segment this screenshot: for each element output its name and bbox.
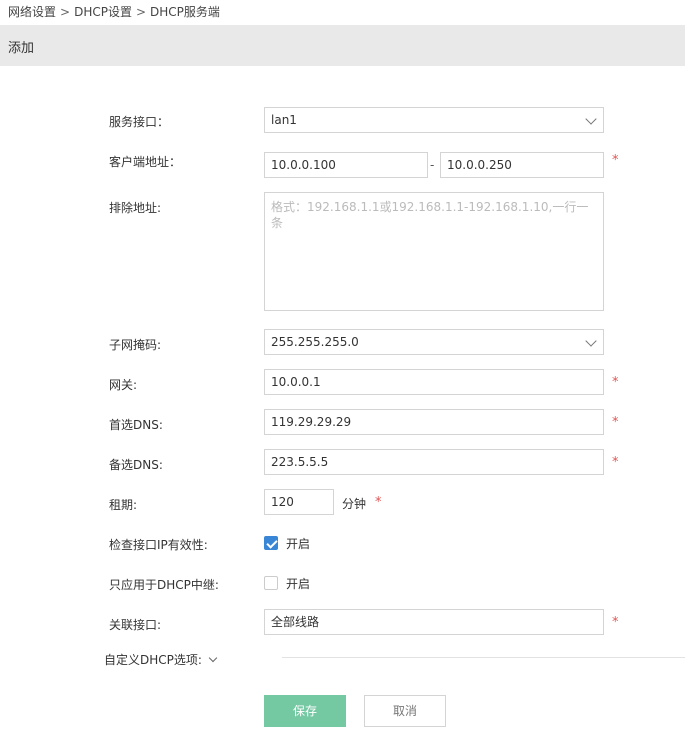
associated-interface-input[interactable]: 全部线路 (264, 609, 604, 635)
exclude-address-textarea[interactable]: 格式：192.168.1.1或192.168.1.1-192.168.1.10,… (264, 192, 604, 311)
breadcrumb-network-settings[interactable]: 网络设置 (8, 5, 56, 19)
lease-label: 租期: (109, 498, 138, 512)
subnet-mask-label: 子网掩码: (109, 338, 162, 352)
secondary-dns-label: 备选DNS: (109, 458, 163, 472)
lease-input[interactable]: 120 (264, 489, 334, 515)
check-interface-ip-option[interactable]: 开启 (286, 535, 310, 552)
primary-dns-label: 首选DNS: (109, 418, 163, 432)
client-address-end-input[interactable]: 10.0.0.250 (440, 152, 604, 178)
client-address-label: 客户端地址： (109, 155, 182, 169)
required-mark: * (612, 615, 619, 630)
service-interface-value: lan1 (271, 113, 297, 127)
subnet-mask-select[interactable]: 255.255.255.0 (264, 329, 604, 355)
required-mark: * (375, 495, 382, 510)
breadcrumb-separator: > (135, 5, 147, 19)
check-interface-ip-label: 检查接口IP有效性: (109, 538, 208, 552)
chevron-down-icon (208, 653, 218, 663)
required-mark: * (612, 375, 619, 390)
service-interface-label: 服务接口： (109, 115, 170, 129)
subnet-mask-value: 255.255.255.0 (271, 335, 359, 349)
primary-dns-input[interactable]: 119.29.29.29 (264, 409, 604, 435)
exclude-address-label: 排除地址: (109, 201, 162, 215)
check-interface-ip-checkbox[interactable] (264, 536, 278, 550)
client-address-start-input[interactable]: 10.0.0.100 (264, 152, 428, 178)
page-title: 添加 (8, 41, 35, 56)
required-mark: * (612, 153, 619, 168)
section-divider (282, 657, 685, 658)
associated-interface-label: 关联接口: (109, 618, 162, 632)
required-mark: * (612, 455, 619, 470)
range-separator: - (430, 158, 435, 172)
service-interface-select[interactable]: lan1 (264, 107, 604, 133)
breadcrumb: 网络设置 > DHCP设置 > DHCP服务端 (8, 3, 220, 20)
secondary-dns-input[interactable]: 223.5.5.5 (264, 449, 604, 475)
breadcrumb-separator: > (60, 5, 71, 19)
dhcp-relay-only-checkbox[interactable] (264, 576, 278, 590)
cancel-button[interactable]: 取消 (364, 695, 446, 727)
custom-dhcp-options-label: 自定义DHCP选项: (104, 653, 202, 667)
lease-unit: 分钟 (342, 497, 367, 511)
gateway-input[interactable]: 10.0.0.1 (264, 369, 604, 395)
breadcrumb-dhcp-settings[interactable]: DHCP设置 (74, 5, 132, 19)
gateway-label: 网关: (109, 378, 138, 392)
save-button[interactable]: 保存 (264, 695, 346, 727)
breadcrumb-dhcp-server: DHCP服务端 (150, 5, 220, 19)
custom-dhcp-options-toggle[interactable]: 自定义DHCP选项: (104, 651, 218, 668)
dhcp-relay-only-option[interactable]: 开启 (286, 575, 310, 592)
dhcp-relay-only-label: 只应用于DHCP中继: (109, 578, 219, 592)
page-header: 添加 (0, 25, 685, 66)
required-mark: * (612, 415, 619, 430)
